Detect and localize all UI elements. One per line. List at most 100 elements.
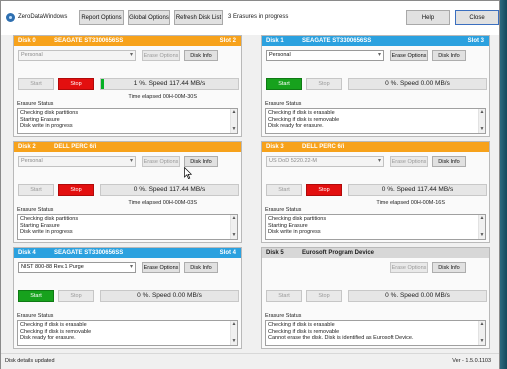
desktop-background	[500, 0, 507, 369]
erasure-method-select[interactable]: Personal	[266, 50, 384, 61]
log-scrollbar[interactable]: ▲ ▼	[478, 321, 485, 345]
scroll-up-arrow-icon[interactable]: ▲	[231, 109, 237, 116]
disk-number: Disk 1	[266, 38, 284, 44]
erasure-status-log[interactable]: Checking disk partitions Starting Erasure…	[265, 214, 486, 240]
erasure-progress-bar: 0 %. Speed 117.44 MB/s	[348, 184, 487, 196]
stop-button[interactable]: Stop	[306, 78, 342, 90]
erasure-status-label: Erasure Status	[265, 313, 302, 319]
erasure-status-log[interactable]: Checking if disk is erasable Checking if …	[265, 108, 486, 134]
progress-text: 0 %. Speed 0.00 MB/s	[137, 292, 202, 299]
scroll-up-arrow-icon[interactable]: ▲	[479, 109, 485, 116]
disk-number: Disk 2	[18, 144, 36, 150]
scroll-up-arrow-icon[interactable]: ▲	[231, 215, 237, 222]
disk-panel: Disk 5 Eurosoft Program Device Erase Optio…	[261, 247, 490, 349]
disk-model-name: DELL PERC 6/i	[54, 144, 97, 150]
toolbar: ZeroDataWindows Report Options Global Op…	[1, 1, 499, 35]
erasure-status-label: Erasure Status	[17, 101, 54, 107]
start-button[interactable]: Start	[266, 78, 302, 90]
close-button[interactable]: Close	[455, 10, 499, 25]
scroll-down-arrow-icon[interactable]: ▼	[231, 338, 237, 345]
stop-button[interactable]: Stop	[58, 290, 94, 302]
start-button[interactable]: Start	[18, 78, 54, 90]
erase-options-button[interactable]: Erase Options	[142, 50, 180, 61]
disk-panel-header: Disk 3 DELL PERC 6/i	[262, 142, 489, 152]
disk-model-name: SEAGATE ST3300656SS	[54, 38, 124, 44]
disk-info-button[interactable]: Disk Info	[432, 262, 466, 273]
scroll-down-arrow-icon[interactable]: ▼	[231, 232, 237, 239]
disk-model-name: DELL PERC 6/i	[302, 144, 345, 150]
app-window: ZeroDataWindows Report Options Global Op…	[0, 0, 500, 369]
erasure-method-select[interactable]: Personal	[18, 50, 136, 61]
global-options-button[interactable]: Global Options	[128, 10, 170, 25]
log-scrollbar[interactable]: ▲ ▼	[230, 215, 237, 239]
erasure-status-log[interactable]: Checking if disk is erasable Checking if …	[17, 320, 238, 346]
log-scrollbar[interactable]: ▲ ▼	[478, 109, 485, 133]
time-elapsed: Time elapsed 00H-00M-03S	[128, 200, 197, 206]
scroll-up-arrow-icon[interactable]: ▲	[479, 321, 485, 328]
mouse-pointer-icon	[184, 167, 192, 179]
erase-options-button[interactable]: Erase Options	[142, 262, 180, 273]
erasure-method-select[interactable]: US DoD 5220.22-M	[266, 156, 384, 167]
log-scrollbar[interactable]: ▲ ▼	[230, 109, 237, 133]
scroll-up-arrow-icon[interactable]: ▲	[231, 321, 237, 328]
disk-number: Disk 3	[266, 144, 284, 150]
progress-text: 1 %. Speed 117.44 MB/s	[133, 80, 206, 87]
erase-options-button[interactable]: Erase Options	[390, 262, 428, 273]
erasure-status-label: Erasure Status	[265, 207, 302, 213]
report-options-button[interactable]: Report Options	[79, 10, 124, 25]
start-button[interactable]: Start	[18, 290, 54, 302]
disk-model-name: Eurosoft Program Device	[302, 250, 375, 256]
disk-info-button[interactable]: Disk Info	[432, 50, 466, 61]
disk-number: Disk 4	[18, 250, 36, 256]
scroll-down-arrow-icon[interactable]: ▼	[231, 126, 237, 133]
erasure-status-log[interactable]: Checking if disk is erasable Checking if …	[265, 320, 486, 346]
disk-number: Disk 0	[18, 38, 36, 44]
stop-button[interactable]: Stop	[58, 184, 94, 196]
start-button[interactable]: Start	[266, 184, 302, 196]
time-elapsed: Time elapsed 00H-00M-16S	[376, 200, 445, 206]
disk-panel-header: Disk 5 Eurosoft Program Device	[262, 248, 489, 258]
erasure-method-select[interactable]: NIST 800-88 Rev.1 Purge	[18, 262, 136, 273]
scroll-down-arrow-icon[interactable]: ▼	[479, 232, 485, 239]
scroll-down-arrow-icon[interactable]: ▼	[479, 126, 485, 133]
erasure-status-label: Erasure Status	[17, 207, 54, 213]
log-scrollbar[interactable]: ▲ ▼	[478, 215, 485, 239]
scroll-down-arrow-icon[interactable]: ▼	[479, 338, 485, 345]
stop-button[interactable]: Stop	[306, 290, 342, 302]
erase-options-button[interactable]: Erase Options	[390, 156, 428, 167]
log-scrollbar[interactable]: ▲ ▼	[230, 321, 237, 345]
progress-text: 0 %. Speed 0.00 MB/s	[385, 292, 450, 299]
log-line: Disk ready for erasure.	[20, 335, 76, 341]
erasure-progress-bar: 0 %. Speed 0.00 MB/s	[348, 78, 487, 90]
log-line: Disk ready for erasure.	[268, 123, 324, 129]
disk-panel-header: Disk 2 DELL PERC 6/i	[14, 142, 241, 152]
start-button[interactable]: Start	[266, 290, 302, 302]
disk-panel: Disk 3 DELL PERC 6/i US DoD 5220.22-M Erase…	[261, 141, 490, 243]
disk-info-button[interactable]: Disk Info	[184, 50, 218, 61]
erasure-method-select[interactable]: Personal	[18, 156, 136, 167]
disk-panel: Disk 1 SEAGATE ST3300656SS Slot 3 Personal E…	[261, 35, 490, 137]
start-button[interactable]: Start	[18, 184, 54, 196]
refresh-disk-list-button[interactable]: Refresh Disk List	[174, 10, 223, 25]
erasure-status-label: Erasure Status	[265, 101, 302, 107]
erase-options-button[interactable]: Erase Options	[390, 50, 428, 61]
disk-panel-header: Disk 4 SEAGATE ST3300656SS Slot 4	[14, 248, 241, 258]
scroll-up-arrow-icon[interactable]: ▲	[479, 215, 485, 222]
erasure-progress-bar: 0 %. Speed 117.44 MB/s	[100, 184, 239, 196]
disk-info-button[interactable]: Disk Info	[432, 156, 466, 167]
disk-panel-header: Disk 1 SEAGATE ST3300656SS Slot 3	[262, 36, 489, 46]
status-message: Disk details updated	[5, 358, 55, 364]
erasures-in-progress-status: 3 Erasures in progress	[228, 14, 289, 20]
erasure-status-log[interactable]: Checking disk partitions Starting Erasure…	[17, 214, 238, 240]
erasure-status-log[interactable]: Checking disk partitions Starting Erasure…	[17, 108, 238, 134]
stop-button[interactable]: Stop	[306, 184, 342, 196]
disk-info-button[interactable]: Disk Info	[184, 156, 218, 167]
disk-slot: Slot 3	[467, 38, 484, 44]
disk-info-button[interactable]: Disk Info	[184, 262, 218, 273]
erasure-progress-bar: 0 %. Speed 0.00 MB/s	[348, 290, 487, 302]
stop-button[interactable]: Stop	[58, 78, 94, 90]
erase-options-button[interactable]: Erase Options	[142, 156, 180, 167]
app-title: ZeroDataWindows	[18, 14, 68, 20]
help-button[interactable]: Help	[406, 10, 450, 25]
log-line: Cannot erase the disk. Disk is identifie…	[268, 335, 414, 341]
